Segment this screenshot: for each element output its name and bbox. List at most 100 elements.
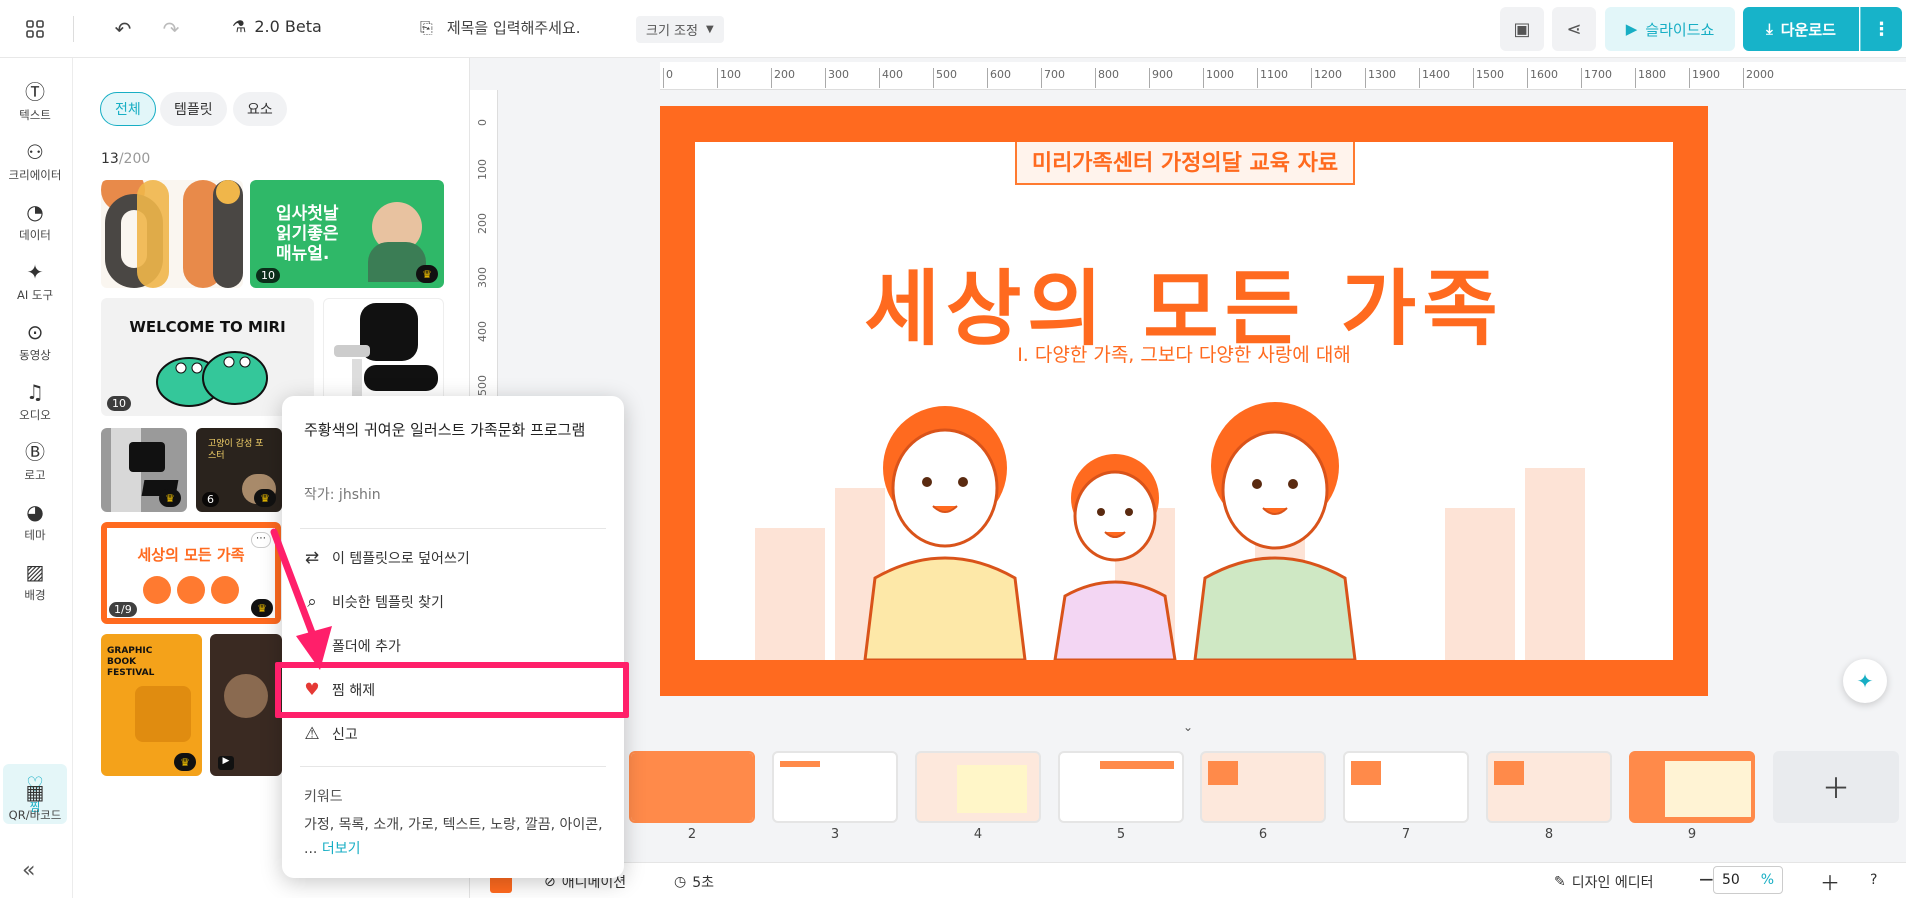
creator-icon: ⚇ (26, 140, 44, 164)
sidebar-item-video[interactable]: ⊙ 동영상 (0, 312, 70, 372)
tab-templates[interactable]: 템플릿 (160, 92, 227, 126)
keyword-list: 가정, 목록, 소개, 가로, 텍스트, 노랑, 깔끔, 아이콘, ... 더보… (304, 817, 603, 857)
sidebar-item-logo[interactable]: Ⓑ 로고 (0, 432, 70, 492)
apps-grid-icon[interactable] (20, 14, 50, 44)
clock-icon: ◷ (674, 874, 687, 890)
family-illustration[interactable] (695, 378, 1673, 660)
slide-thumb-9[interactable] (1629, 751, 1755, 823)
share-icon: ⋖ (1566, 18, 1582, 40)
family-illustration-mini (143, 576, 239, 614)
annotation-arrow-icon (270, 528, 332, 670)
template-thumb-3[interactable]: WELCOME TO MIRI 10 (101, 298, 314, 416)
sidebar-item-data[interactable]: ◔ 데이터 (0, 192, 70, 252)
slide-thumb-8[interactable] (1486, 751, 1612, 823)
sidebar-item-theme[interactable]: ◕ 테마 (0, 492, 70, 552)
slide-thumb-8-art (1494, 761, 1524, 785)
save-status-button[interactable]: ▣ (1500, 7, 1544, 51)
crown-icon: ♛ (159, 489, 181, 507)
thumb-8-shape (135, 686, 191, 742)
menu-divider (300, 528, 606, 529)
slide-thumb-5-art (1100, 761, 1174, 769)
template-thumb-1[interactable] (101, 180, 243, 288)
zoom-in-button[interactable]: ＋ (1820, 867, 1840, 896)
crown-icon: ♛ (416, 265, 438, 283)
share-button[interactable]: ⋖ (1552, 7, 1596, 51)
tab-elements[interactable]: 요소 (233, 92, 287, 126)
menu-item-report[interactable]: ⚠ 신고 (302, 716, 602, 752)
help-icon[interactable]: ? (1870, 872, 1877, 888)
menu-author: 작가: jhshin (304, 487, 381, 503)
sidebar-item-creator[interactable]: ⚇ 크리에이터 (0, 132, 70, 192)
slideshow-button[interactable]: ▶ 슬라이드쇼 (1605, 7, 1735, 51)
menu-item-overwrite[interactable]: ⇄ 이 템플릿으로 덮어쓰기 (302, 540, 602, 576)
document-title-field[interactable]: ⎘ 제목을 입력해주세요. (420, 17, 581, 38)
play-box-icon: ▶ (1625, 20, 1638, 38)
slide-thumb-4[interactable] (915, 751, 1041, 823)
qr-icon: ▦ (25, 780, 45, 804)
chart-icon: ◔ (26, 200, 44, 224)
template-thumb-8[interactable]: GRAPHIC BOOK FESTIVAL ♛ (101, 634, 202, 776)
music-icon: ♫ (26, 380, 44, 404)
design-editor-button[interactable]: ✎ 디자인 에디터 (1554, 872, 1653, 892)
sparkle-icon: ✦ (26, 260, 44, 284)
collapse-thumbnails-icon[interactable]: ⌄ (1162, 720, 1214, 738)
version-label[interactable]: ⚗ 2.0 Beta (232, 17, 322, 36)
sidebar-item-audio[interactable]: ♫ 오디오 (0, 372, 70, 432)
sidebar-item-ai-tools[interactable]: ✦ AI 도구 (0, 252, 70, 312)
tab-all[interactable]: 전체 (100, 92, 156, 126)
top-toolbar: ↶ ↷ ⚗ 2.0 Beta ⎘ 제목을 입력해주세요. 크기 조정 ▼ ▣ ⋖… (0, 0, 1906, 58)
resize-dropdown[interactable]: 크기 조정 ▼ (636, 16, 724, 43)
slide-thumb-7[interactable] (1343, 751, 1469, 823)
slide-banner[interactable]: 미리가족센터 가정의달 교육 자료 (1015, 142, 1355, 185)
template-thumb-7[interactable]: 세상의 모든 가족 ⋯ 1/9 ♛ (101, 522, 281, 624)
template-thumb-1-art (101, 180, 243, 288)
menu-template-title: 주황색의 귀여운 일러스트 가족문화 프로그램 (304, 421, 586, 439)
crown-icon: ♛ (254, 489, 276, 507)
collapse-sidebar-icon[interactable]: « (22, 858, 35, 883)
warning-icon: ⚠ (304, 724, 320, 744)
thumb-5-screen (129, 442, 165, 472)
template-thumb-5[interactable]: ♛ (101, 428, 187, 512)
pen-icon: ✎ (1554, 874, 1566, 890)
flask-icon: ⚗ (232, 17, 247, 36)
sidebar-item-qr[interactable]: ▦ QR/바코드 (0, 772, 70, 832)
save-icon: ▣ (1513, 18, 1531, 40)
menu-divider (300, 766, 606, 767)
ai-assistant-button[interactable]: ✦ (1843, 659, 1887, 703)
sidebar-item-background[interactable]: ▨ 배경 (0, 552, 70, 612)
add-slide-button[interactable]: ＋ (1773, 751, 1899, 823)
slide-thumb-5[interactable] (1058, 751, 1184, 823)
template-thumb-2[interactable]: 입사첫날 읽기좋은 매뉴얼. 10 ♛ (250, 180, 444, 288)
more-keywords-link[interactable]: 더보기 (322, 841, 361, 857)
slide-thumb-3[interactable] (772, 751, 898, 823)
more-options-button[interactable]: ⋮ (1860, 7, 1902, 51)
toolbar-divider (73, 16, 74, 42)
favorites-count: 13/200 (101, 151, 151, 167)
slide-subtitle[interactable]: I. 다양한 가족, 그보다 다양한 사랑에 대해 (695, 340, 1673, 367)
play-icon: ⊙ (26, 320, 44, 344)
crown-icon: ♛ (174, 753, 196, 771)
sparkle-icon: ✦ (1856, 669, 1874, 693)
template-thumb-6[interactable]: 고양이 감성 포스터 6 ♛ (196, 428, 282, 512)
slide-thumb-6-art (1208, 761, 1238, 785)
slide-thumb-2[interactable] (629, 751, 755, 823)
caret-down-icon: ▼ (705, 24, 714, 35)
horizontal-ruler: 0 100 200 300 400 500 600 700 800 900 10… (660, 62, 1906, 90)
menu-item-add-folder[interactable]: ▭ 폴더에 추가 (302, 628, 602, 664)
dog-image (224, 674, 268, 718)
vertical-ruler: 0 100 200 300 400 500 (470, 90, 498, 410)
slide-thumb-6[interactable] (1200, 751, 1326, 823)
slide-thumb-9-art (1665, 761, 1751, 817)
sidebar-item-text[interactable]: Ⓣ 텍스트 (0, 72, 70, 132)
palette-icon: ◕ (26, 500, 44, 524)
menu-item-find-similar[interactable]: ⌕ 비슷한 템플릿 찾기 (302, 584, 602, 620)
redo-icon[interactable]: ↷ (156, 14, 186, 44)
slide-thumb-3-art (780, 761, 820, 767)
zoom-input[interactable]: 50 % (1713, 866, 1783, 894)
undo-icon[interactable]: ↶ (108, 14, 138, 44)
keyword-header: 키워드 (304, 789, 343, 805)
download-button[interactable]: ⤓ 다운로드 (1743, 7, 1859, 51)
slide-thumb-2-art (631, 753, 753, 821)
slide-canvas[interactable]: 미리가족센터 가정의달 교육 자료 세상의 모든 가족 I. 다양한 가족, 그… (660, 106, 1708, 696)
duration-button[interactable]: ◷ 5초 (674, 872, 714, 892)
